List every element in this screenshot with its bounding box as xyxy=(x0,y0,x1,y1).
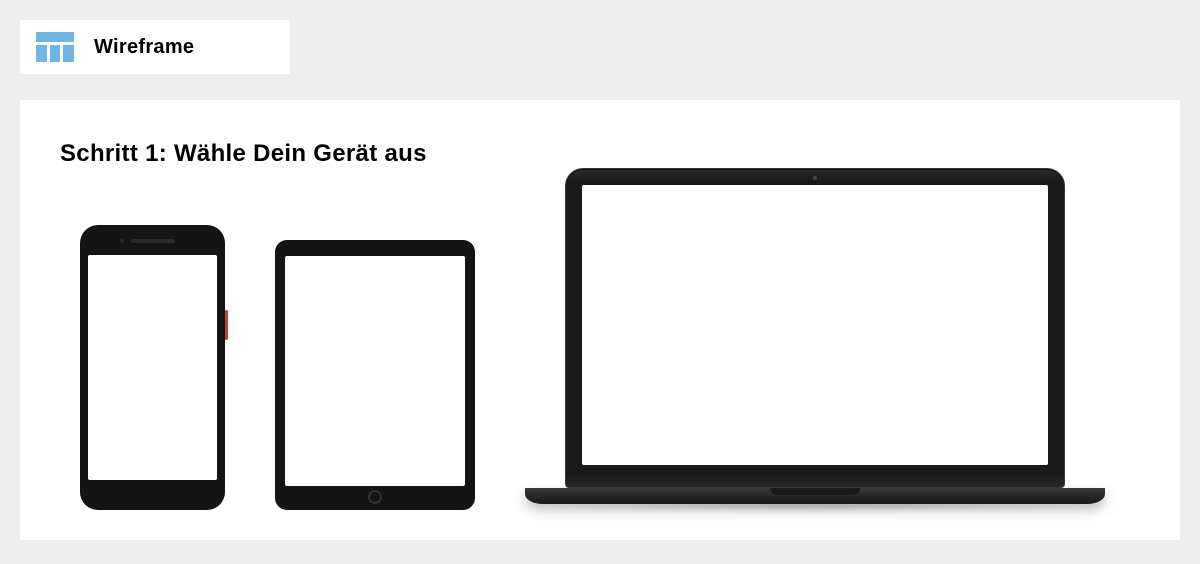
laptop-lid xyxy=(565,168,1065,488)
phone-camera-icon xyxy=(120,239,124,243)
device-picker xyxy=(80,168,1120,510)
laptop-camera-icon xyxy=(813,176,817,180)
laptop-trackpad-notch-icon xyxy=(770,488,860,495)
phone-screen xyxy=(88,255,217,480)
app-header-card: Wireframe xyxy=(20,20,290,74)
step-heading: Schritt 1: Wähle Dein Gerät aus xyxy=(60,140,427,168)
wireframe-icon xyxy=(36,32,74,62)
content-card: Schritt 1: Wähle Dein Gerät aus xyxy=(20,100,1180,540)
phone-speaker-icon xyxy=(131,239,175,243)
tablet-screen xyxy=(285,256,465,486)
laptop-screen xyxy=(582,185,1048,465)
phone-side-button-icon xyxy=(225,310,228,340)
device-option-laptop[interactable] xyxy=(525,168,1105,510)
tablet-home-button-icon xyxy=(368,490,382,504)
device-option-tablet[interactable] xyxy=(275,240,475,510)
laptop-shadow xyxy=(545,502,1085,510)
step-heading-text: Schritt 1: Wähle Dein Gerät aus xyxy=(60,140,427,167)
app-title: Wireframe xyxy=(94,36,194,59)
device-option-phone[interactable] xyxy=(80,225,225,510)
